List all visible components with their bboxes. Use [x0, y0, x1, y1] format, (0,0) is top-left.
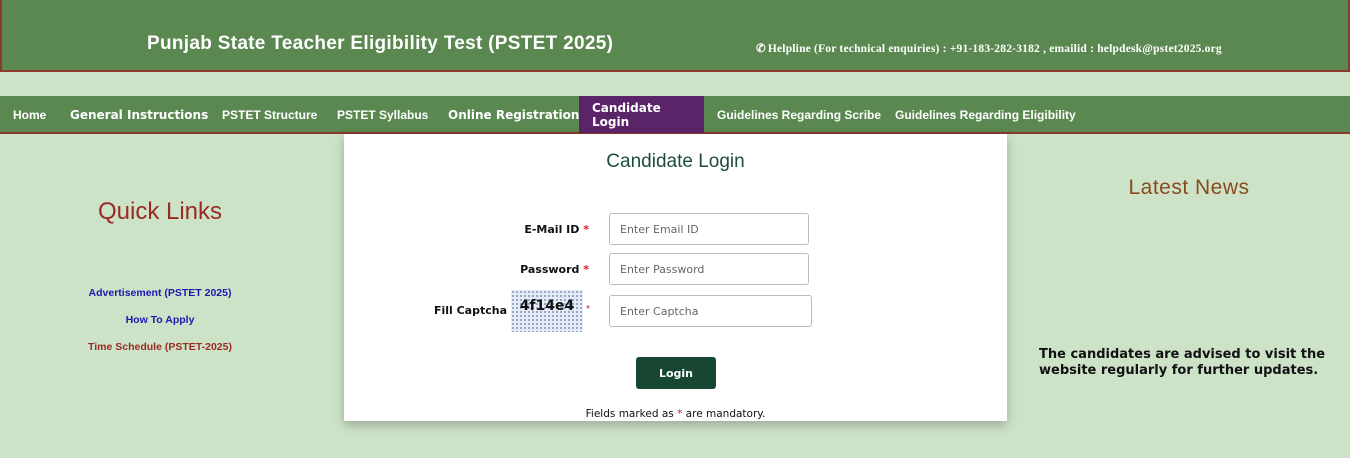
captcha-image: 4f14e4: [511, 290, 583, 332]
login-title: Candidate Login: [606, 151, 745, 172]
email-label: E-Mail ID *: [524, 223, 589, 236]
login-button[interactable]: Login: [636, 357, 716, 389]
required-mark: *: [583, 223, 589, 236]
captcha-field[interactable]: [609, 295, 812, 327]
link-how-to-apply[interactable]: How To Apply: [0, 314, 320, 326]
link-time-schedule[interactable]: Time Schedule (PSTET-2025): [0, 341, 320, 353]
mandatory-note: Fields marked as * are mandatory.: [585, 408, 766, 420]
captcha-label: Fill Captcha: [433, 304, 507, 317]
site-title: Punjab State Teacher Eligibility Test (P…: [147, 33, 614, 54]
nav-guidelines-scribe[interactable]: Guidelines Regarding Scribe: [704, 96, 894, 133]
required-mark: *: [586, 304, 590, 315]
nav-online-registration[interactable]: Online Registration: [435, 96, 592, 133]
email-field[interactable]: [609, 213, 809, 245]
site-header: Punjab State Teacher Eligibility Test (P…: [0, 0, 1350, 72]
link-advertisement[interactable]: Advertisement (PSTET 2025): [0, 287, 320, 299]
password-label: Password *: [520, 263, 589, 276]
news-panel: Latest News The candidates are advised t…: [1019, 134, 1350, 458]
news-item: The candidates are advised to visit the …: [1039, 347, 1326, 378]
main-nav: Home General Instructions PSTET Structur…: [0, 96, 1350, 134]
nav-pstet-structure[interactable]: PSTET Structure: [209, 96, 330, 133]
password-field[interactable]: [609, 253, 809, 285]
required-mark: *: [583, 263, 589, 276]
phone-icon: ✆: [756, 43, 766, 55]
nav-guidelines-eligibility[interactable]: Guidelines Regarding Eligibility: [882, 96, 1089, 133]
quick-links-title: Quick Links: [97, 198, 223, 225]
nav-candidate-login[interactable]: Candidate Login: [579, 96, 704, 133]
helpline-info: ✆ Helpline (For technical enquiries) : +9…: [756, 41, 1222, 55]
nav-pstet-syllabus[interactable]: PSTET Syllabus: [324, 96, 441, 133]
nav-general-instructions[interactable]: General Instructions: [57, 96, 221, 133]
helpline-text: Helpline (For technical enquiries) : +91…: [767, 43, 1222, 55]
login-panel: Candidate Login E-Mail ID * Password * F…: [344, 134, 1007, 421]
news-title: Latest News: [1128, 176, 1250, 199]
nav-home[interactable]: Home: [0, 96, 59, 133]
